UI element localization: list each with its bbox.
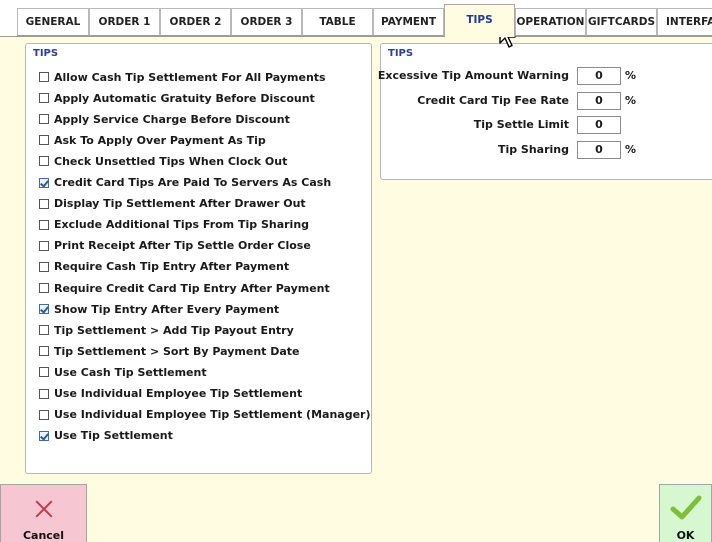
option-row[interactable]: Display Tip Settlement After Drawer Out xyxy=(39,194,306,214)
option-row[interactable]: Print Receipt After Tip Settle Order Clo… xyxy=(39,236,311,256)
tab-table[interactable]: TABLE xyxy=(302,8,373,36)
option-row[interactable]: Apply Service Charge Before Discount xyxy=(39,109,290,129)
tips-options-panel: TIPS Allow Cash Tip Settlement For All P… xyxy=(25,43,372,474)
option-row[interactable]: Require Credit Card Tip Entry After Paym… xyxy=(39,278,330,298)
checkbox-unchecked[interactable] xyxy=(39,346,49,357)
option-label: Use Tip Settlement xyxy=(54,429,173,443)
option-label: Check Unsettled Tips When Clock Out xyxy=(54,154,288,168)
panel-title: TIPS xyxy=(33,48,59,59)
option-row[interactable]: Use Individual Employee Tip Settlement (… xyxy=(39,405,371,425)
tab-interface[interactable]: INTERFAC xyxy=(657,8,712,36)
option-row[interactable]: Check Unsettled Tips When Clock Out xyxy=(39,151,287,171)
option-row[interactable]: Require Cash Tip Entry After Payment xyxy=(39,257,289,277)
checkbox-unchecked[interactable] xyxy=(39,240,49,251)
option-row[interactable]: Credit Card Tips Are Paid To Servers As … xyxy=(39,173,331,193)
option-label: Print Receipt After Tip Settle Order Clo… xyxy=(54,239,311,253)
field-label-row: Tip Settle Limit xyxy=(381,115,569,135)
field-label: Tip Sharing xyxy=(497,143,569,157)
option-row[interactable]: Apply Automatic Gratuity Before Discount xyxy=(39,88,315,108)
option-label: Require Credit Card Tip Entry After Paym… xyxy=(54,281,330,295)
checkbox-unchecked[interactable] xyxy=(39,156,49,167)
field-label: Credit Card Tip Fee Rate xyxy=(417,93,569,107)
option-row[interactable]: Use Cash Tip Settlement xyxy=(39,362,207,382)
ok-label: OK xyxy=(676,529,695,542)
option-label: Apply Service Charge Before Discount xyxy=(54,112,290,126)
option-label: Tip Settlement > Add Tip Payout Entry xyxy=(54,323,294,337)
checkbox-unchecked[interactable] xyxy=(39,261,49,272)
tab-payment[interactable]: PAYMENT xyxy=(373,8,444,36)
checkbox-checked[interactable] xyxy=(39,177,49,188)
option-label: Allow Cash Tip Settlement For All Paymen… xyxy=(54,70,326,84)
checkbox-unchecked[interactable] xyxy=(39,93,49,104)
option-row[interactable]: Use Individual Employee Tip Settlement xyxy=(39,384,302,404)
option-label: Ask To Apply Over Payment As Tip xyxy=(54,133,266,147)
field-input[interactable]: 0 xyxy=(577,91,621,110)
ok-button[interactable]: OK xyxy=(659,484,712,542)
option-row[interactable]: Allow Cash Tip Settlement For All Paymen… xyxy=(39,67,326,87)
option-label: Tip Settlement > Sort By Payment Date xyxy=(54,344,300,358)
checkmark-icon xyxy=(670,495,701,520)
panel-title: TIPS xyxy=(388,48,414,59)
field-label: Excessive Tip Amount Warning xyxy=(377,69,569,82)
option-label: Display Tip Settlement After Drawer Out xyxy=(54,197,306,211)
checkbox-unchecked[interactable] xyxy=(39,198,49,209)
tab-content-border xyxy=(0,36,712,37)
tab-giftcards[interactable]: GIFTCARDS xyxy=(586,8,657,36)
tips-settings-panel: TIPS Excessive Tip Amount Warning 0% Credi… xyxy=(377,43,712,180)
field-input[interactable]: 0 xyxy=(577,141,621,160)
cancel-label: Cancel xyxy=(22,529,65,542)
option-label: Require Cash Tip Entry After Payment xyxy=(54,260,290,274)
checkbox-unchecked[interactable] xyxy=(39,409,49,420)
checkbox-unchecked[interactable] xyxy=(39,388,49,399)
tab-operation[interactable]: OPERATION xyxy=(515,8,586,36)
checkbox-unchecked[interactable] xyxy=(39,283,49,293)
option-label: Use Individual Employee Tip Settlement (… xyxy=(54,408,371,422)
checkbox-checked[interactable] xyxy=(39,430,49,441)
field-unit: % xyxy=(625,143,637,157)
checkbox-unchecked[interactable] xyxy=(39,135,49,146)
tab-bar: GENERAL ORDER 1 ORDER 2 ORDER 3 TABLE PA… xyxy=(0,0,712,37)
option-label: Use Individual Employee Tip Settlement xyxy=(54,387,303,400)
tab-order-2[interactable]: ORDER 2 xyxy=(160,8,231,36)
option-label: Show Tip Entry After Every Payment xyxy=(54,302,280,316)
checkbox-unchecked[interactable] xyxy=(39,219,49,230)
checkbox-unchecked[interactable] xyxy=(39,114,49,125)
field-input[interactable]: 0 xyxy=(577,67,621,85)
option-label: Use Cash Tip Settlement xyxy=(54,365,207,379)
field-label-row: Excessive Tip Amount Warning xyxy=(377,66,569,86)
field-unit: % xyxy=(625,93,637,107)
option-row[interactable]: Tip Settlement > Add Tip Payout Entry xyxy=(39,320,294,340)
tab-order-3[interactable]: ORDER 3 xyxy=(231,8,302,36)
field-unit: % xyxy=(625,69,637,82)
field-label-row: Credit Card Tip Fee Rate xyxy=(381,91,569,111)
option-row[interactable]: Tip Settlement > Sort By Payment Date xyxy=(39,341,300,361)
checkbox-unchecked[interactable] xyxy=(39,367,49,378)
tab-general[interactable]: GENERAL xyxy=(17,8,89,36)
tab-order-1[interactable]: ORDER 1 xyxy=(89,8,160,36)
close-icon xyxy=(34,499,54,519)
checkbox-unchecked[interactable] xyxy=(39,325,49,336)
field-input[interactable]: 0 xyxy=(577,116,621,135)
field-label-row: Tip Sharing xyxy=(381,140,569,160)
option-row[interactable]: Use Tip Settlement xyxy=(39,426,173,446)
option-label: Apply Automatic Gratuity Before Discount xyxy=(54,91,315,105)
option-row[interactable]: Show Tip Entry After Every Payment xyxy=(39,299,279,319)
field-label: Tip Settle Limit xyxy=(473,118,569,132)
checkbox-checked[interactable] xyxy=(39,304,49,315)
tab-tips[interactable]: TIPS xyxy=(444,4,515,37)
option-row[interactable]: Exclude Additional Tips From Tip Sharing xyxy=(39,215,309,235)
checkbox-unchecked[interactable] xyxy=(39,72,49,82)
footer-bar xyxy=(0,476,712,542)
option-label: Exclude Additional Tips From Tip Sharing xyxy=(54,218,310,232)
option-label: Credit Card Tips Are Paid To Servers As … xyxy=(54,176,332,189)
cancel-button[interactable]: Cancel xyxy=(0,484,87,542)
option-row[interactable]: Ask To Apply Over Payment As Tip xyxy=(39,130,266,150)
